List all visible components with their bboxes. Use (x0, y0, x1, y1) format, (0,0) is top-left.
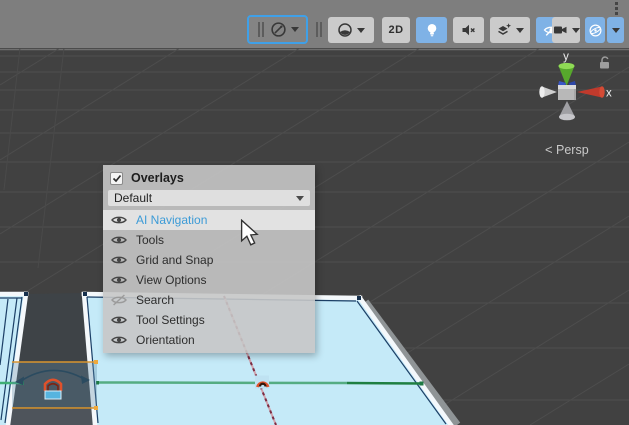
overlays-menu-header: Overlays (103, 165, 315, 190)
persp-label: Persp (556, 143, 589, 157)
overlay-menu-item-view-options[interactable]: View Options (103, 270, 315, 290)
overlays-menu: Overlays Default AI Navigation Tools Gri… (103, 165, 315, 353)
chevron-down-icon (357, 28, 365, 33)
chevron-down-icon (296, 196, 304, 201)
layers-star-icon (496, 22, 512, 38)
audio-mute-button[interactable] (453, 17, 484, 43)
persp-chevron-icon: < (545, 142, 553, 157)
eye-icon[interactable] (111, 214, 127, 226)
orbit-globe-icon (588, 23, 603, 38)
effects-menu-button[interactable] (490, 17, 530, 43)
shaded-sphere-icon (337, 22, 353, 38)
overflow-menu-icon[interactable] (615, 2, 618, 15)
draw-mode-button[interactable] (328, 17, 374, 43)
overlays-globe-button[interactable] (585, 17, 605, 43)
drag-handle-icon[interactable] (258, 22, 264, 37)
lightbulb-icon (424, 22, 440, 38)
compass-pen-icon (270, 21, 287, 38)
2d-view-button[interactable]: 2D (382, 17, 410, 43)
chevron-down-icon (572, 28, 580, 33)
scene-toolbar: 2D (0, 0, 629, 48)
projection-toggle[interactable]: < Persp (545, 142, 589, 157)
offmesh-link-endpoint-icon (255, 376, 269, 389)
2d-label: 2D (388, 24, 403, 36)
overlays-preset-dropdown[interactable]: Default (108, 190, 310, 206)
drag-handle-icon[interactable] (316, 22, 322, 37)
eye-icon[interactable] (111, 314, 127, 326)
chevron-down-icon (516, 28, 524, 33)
gizmo-center-cube[interactable] (558, 85, 576, 100)
overlay-menu-item-orientation[interactable]: Orientation (103, 330, 315, 350)
unity-scene-view: y (0, 0, 629, 425)
scene-lighting-button[interactable] (416, 17, 447, 43)
camera-settings-button[interactable] (552, 17, 580, 43)
camera-icon (553, 23, 568, 37)
chevron-down-icon (291, 27, 299, 32)
eye-icon[interactable] (111, 254, 127, 266)
eye-icon[interactable] (111, 274, 127, 286)
gizmo-x-axis-label[interactable]: x (606, 88, 612, 100)
overlay-menu-item-tools[interactable]: Tools (103, 230, 315, 250)
tools-overlay-group[interactable] (247, 15, 308, 44)
overlay-menu-item-tool-settings[interactable]: Tool Settings (103, 310, 315, 330)
overlay-menu-item-search[interactable]: Search (103, 290, 315, 310)
eye-icon[interactable] (111, 334, 127, 346)
overlays-menu-dropdown-button[interactable] (607, 17, 624, 43)
preset-dropdown-value: Default (114, 191, 152, 205)
navmesh-link-region (12, 360, 98, 410)
eye-off-icon[interactable] (111, 294, 127, 306)
eye-icon[interactable] (111, 234, 127, 246)
speaker-muted-icon (460, 22, 477, 38)
checkmark-icon (112, 174, 122, 183)
overlays-menu-title: Overlays (131, 171, 184, 185)
chevron-down-icon (612, 28, 620, 33)
overlay-menu-item-ai-navigation[interactable]: AI Navigation (103, 210, 315, 230)
overlay-menu-item-grid-and-snap[interactable]: Grid and Snap (103, 250, 315, 270)
road-gap-lower (9, 409, 95, 425)
gizmo-y-axis-label[interactable]: y (563, 51, 569, 63)
mouse-cursor (240, 219, 259, 246)
overlays-checkbox[interactable] (110, 172, 123, 185)
